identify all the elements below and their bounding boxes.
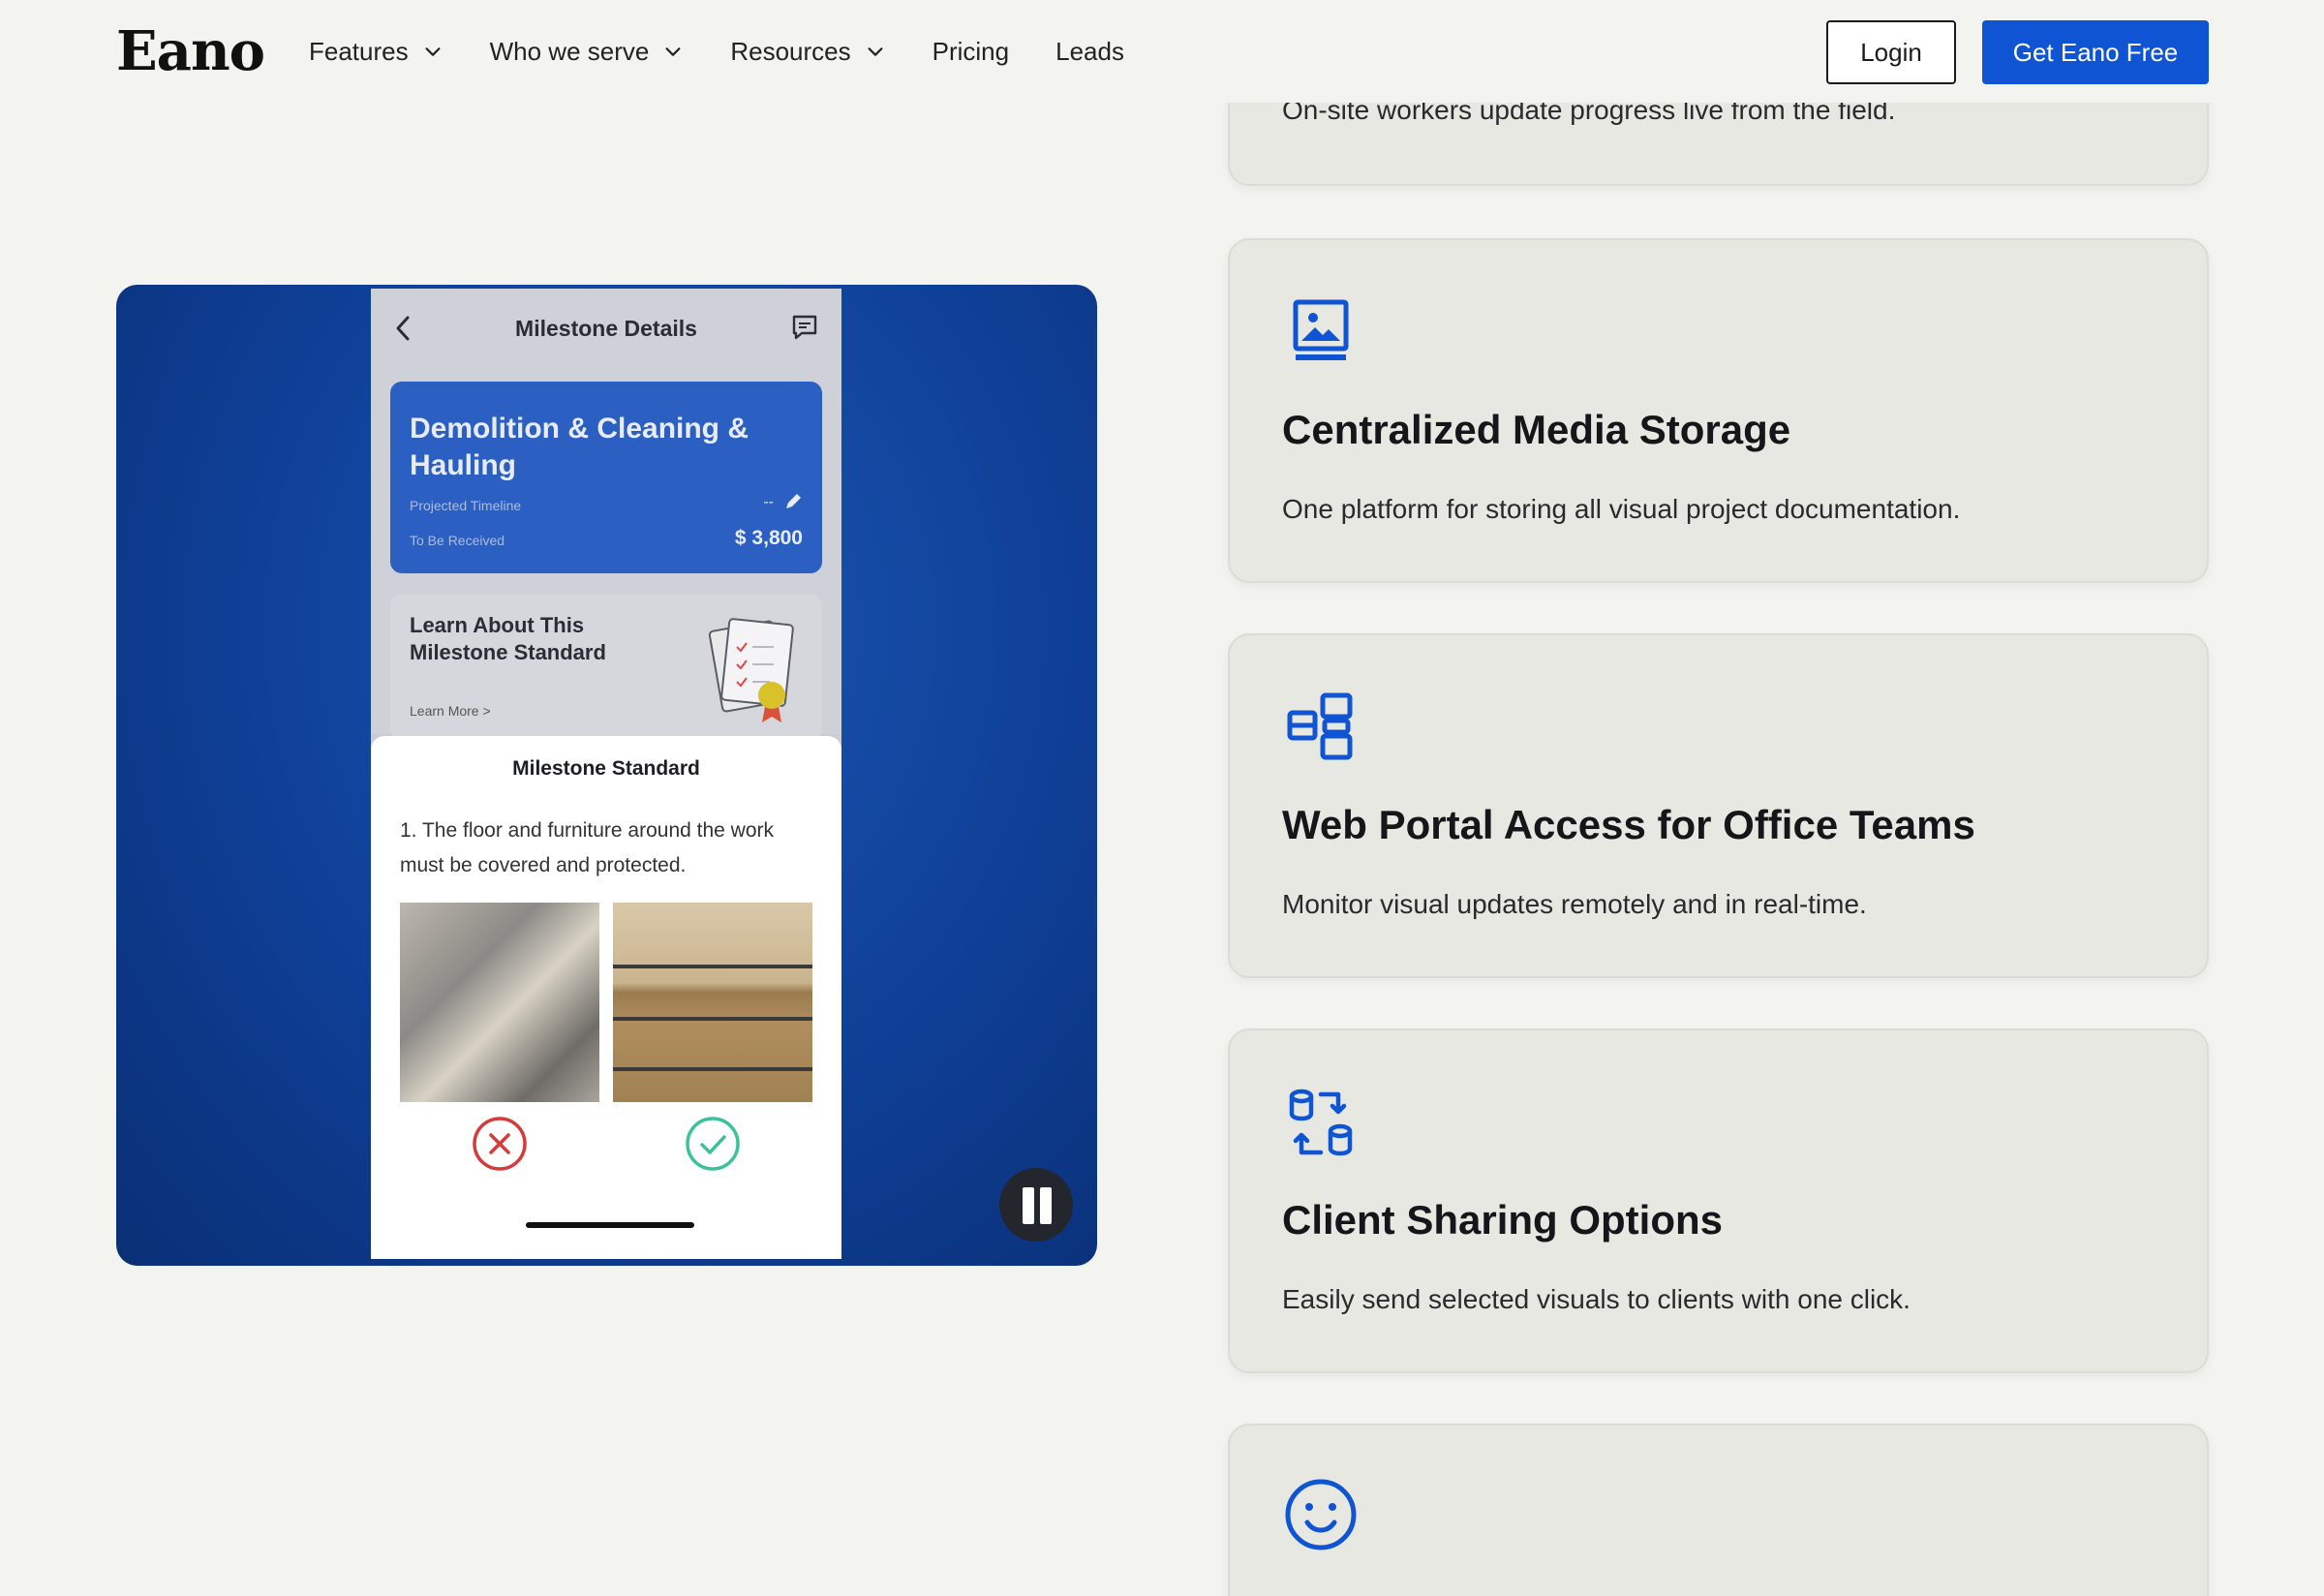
correct-example-photo xyxy=(613,903,812,1102)
milestone-standard-sheet: Milestone Standard 1. The floor and furn… xyxy=(371,736,841,1259)
nav-features-label: Features xyxy=(309,36,409,66)
smiley-icon xyxy=(1285,1479,1357,1550)
nav-resources[interactable]: Resources xyxy=(730,37,885,67)
tape-line xyxy=(613,1067,812,1071)
nav-who-we-serve[interactable]: Who we serve xyxy=(490,37,685,67)
tape-line xyxy=(613,1017,812,1021)
feature-title: Client Sharing Options xyxy=(1282,1197,1724,1243)
certificate-icon xyxy=(708,618,794,722)
pencil-icon xyxy=(786,494,801,508)
feature-description: Easily send selected visuals to clients … xyxy=(1282,1284,1911,1314)
phone-header: Milestone Details xyxy=(371,308,841,351)
incorrect-example-photo xyxy=(400,903,599,1102)
nav-features[interactable]: Features xyxy=(309,37,443,67)
main-nav: Features Who we serve Resources Pricing … xyxy=(309,0,1171,103)
incorrect-x-icon xyxy=(473,1117,527,1171)
learn-card: Learn About This Milestone Standard Lear… xyxy=(390,595,822,740)
share-icon xyxy=(1289,1089,1353,1156)
nav-resources-label: Resources xyxy=(730,36,851,66)
feature-card-client-sharing: Client Sharing Options Easily send selec… xyxy=(1228,1028,2209,1373)
chevron-down-icon xyxy=(868,47,883,56)
tape-line xyxy=(613,965,812,968)
learn-title: Learn About This Milestone Standard xyxy=(410,613,606,664)
image-icon xyxy=(1293,299,1349,360)
pause-button[interactable] xyxy=(999,1168,1073,1242)
pause-icon xyxy=(1040,1187,1052,1224)
receive-label: To Be Received xyxy=(410,533,505,548)
sheet-title: Milestone Standard xyxy=(512,757,700,780)
feature-description: Monitor visual updates remotely and in r… xyxy=(1282,889,1867,919)
feature-description: One platform for storing all visual proj… xyxy=(1282,494,1961,524)
logo[interactable]: Eano xyxy=(116,19,265,83)
feature-card-partial xyxy=(1228,1424,2209,1596)
home-indicator xyxy=(526,1222,694,1228)
nav-pricing-label: Pricing xyxy=(932,36,1010,66)
nav-who-we-serve-label: Who we serve xyxy=(489,36,650,66)
get-eano-free-button[interactable]: Get Eano Free xyxy=(1982,20,2209,84)
nav-pricing[interactable]: Pricing xyxy=(933,37,1009,67)
milestone-card: Demolition & Cleaning & Hauling Projecte… xyxy=(390,382,822,573)
product-video[interactable]: Milestone Details Demolition & Cleaning … xyxy=(116,285,1097,1266)
phone-title: Milestone Details xyxy=(515,316,697,341)
correct-check-icon xyxy=(686,1117,740,1171)
chevron-down-icon xyxy=(665,47,681,56)
feature-title: Web Portal Access for Office Teams xyxy=(1282,802,1975,847)
login-button[interactable]: Login xyxy=(1826,20,1956,84)
pause-icon xyxy=(1023,1187,1034,1224)
milestone-title: Demolition & Cleaning & Hauling xyxy=(410,413,749,481)
sheet-text: 1. The floor and furniture around the wo… xyxy=(400,819,775,876)
phone-screen: Milestone Details Demolition & Cleaning … xyxy=(371,289,841,1259)
feature-card-web-portal: Web Portal Access for Office Teams Monit… xyxy=(1228,633,2209,978)
nav-leads[interactable]: Leads xyxy=(1055,37,1124,67)
nav-leads-label: Leads xyxy=(1055,36,1124,66)
timeline-label: Projected Timeline xyxy=(410,498,522,513)
portal-icon xyxy=(1287,692,1353,760)
learn-more-link: Learn More > xyxy=(410,703,491,719)
feature-card-media-storage: Centralized Media Storage One platform f… xyxy=(1228,238,2209,583)
feature-title: Centralized Media Storage xyxy=(1282,407,1791,452)
chevron-down-icon xyxy=(425,47,441,56)
amount-value: $ 3,800 xyxy=(734,527,803,549)
timeline-value: -- xyxy=(763,494,774,510)
chat-icon xyxy=(792,315,817,340)
site-header: Eano Features Who we serve Resources Pri… xyxy=(0,0,2324,103)
